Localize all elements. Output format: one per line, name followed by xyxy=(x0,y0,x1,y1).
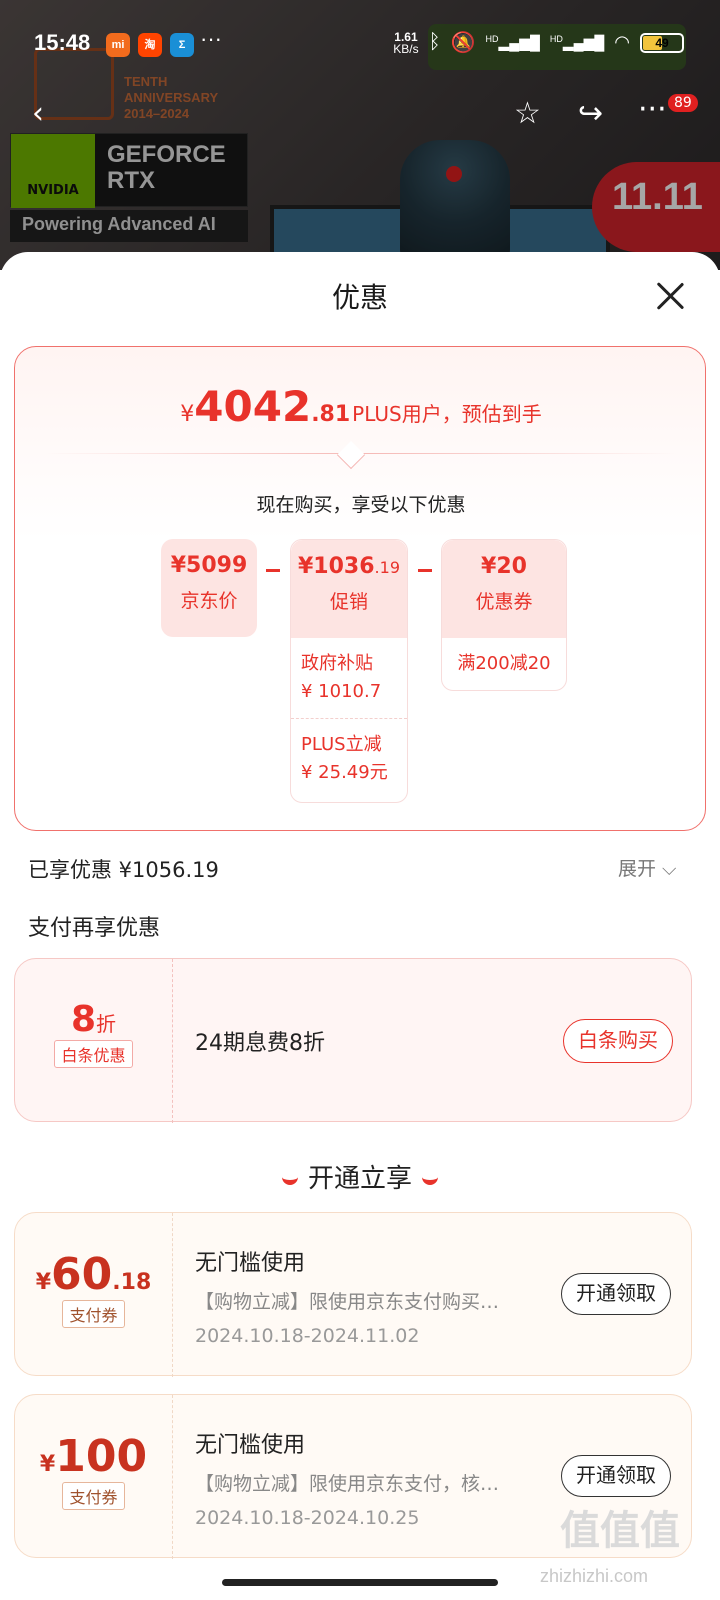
arc-left-icon xyxy=(281,1175,298,1185)
coupon-date: 2024.10.18-2024.10.25 xyxy=(195,1507,420,1529)
coupon-left: ¥100 支付券 xyxy=(15,1395,173,1559)
coupon-claim-button[interactable]: 开通领取 xyxy=(561,1455,671,1497)
coupon-desc: 【购物立减】限使用京东支付，核… xyxy=(195,1473,500,1495)
estimate-card: ¥4042.81 PLUS用户，预估到手 现在购买，享受以下优惠 ¥5099 京东… xyxy=(14,346,706,831)
taobao-app-icon: 淘 xyxy=(138,33,162,57)
status-time: 15:48 xyxy=(34,30,91,55)
baitiao-tag: 白条优惠 xyxy=(54,1040,133,1068)
expand-button[interactable]: 展开 ⌵ xyxy=(618,854,676,881)
estimate-price: ¥4042.81 PLUS用户，预估到手 xyxy=(15,382,707,431)
baitiao-desc: 24期息费8折 xyxy=(195,1031,325,1056)
coupon-box: ¥20 优惠券 满200减20 xyxy=(441,539,567,691)
discount-sheet: 优惠 ¥4042.81 PLUS用户，预估到手 现在购买，享受以下优惠 ¥5099… xyxy=(0,252,720,1600)
bluetooth-icon: ᛒ xyxy=(428,31,441,53)
promo-value: ¥1036.19 xyxy=(298,554,400,579)
coupon-date: 2024.10.18-2024.11.02 xyxy=(195,1325,420,1347)
sigma-app-icon: Σ xyxy=(170,33,194,57)
minus-sign-2 xyxy=(418,569,432,572)
coupon-amount: ¥60.18 xyxy=(35,1249,152,1300)
promo-item-amount: ¥ 25.49元 xyxy=(301,762,388,783)
pay-more-heading: 支付再享优惠 xyxy=(28,916,161,941)
jd-price-box: ¥5099 京东价 xyxy=(161,539,257,637)
promo-item-amount: ¥ 1010.7 xyxy=(301,681,382,702)
baitiao-left: 8折 白条优惠 xyxy=(15,959,173,1123)
estimate-dec: .81 xyxy=(311,402,351,427)
buy-now-text: 现在购买，享受以下优惠 xyxy=(256,494,466,516)
net-speed: 1.61 KB/s xyxy=(393,29,419,56)
coupon-title: 无门槛使用 xyxy=(195,1433,306,1458)
minus-sign-1 xyxy=(266,569,280,572)
coupon-tag: 支付券 xyxy=(62,1300,125,1328)
jd-price-label: 京东价 xyxy=(180,590,238,612)
baitiao-buy-button[interactable]: 白条购买 xyxy=(563,1019,673,1063)
wifi-icon: ◠ xyxy=(614,32,630,52)
estimate-currency: ¥ xyxy=(180,402,195,427)
estimate-int: 4042 xyxy=(194,382,312,431)
coupon-title: 无门槛使用 xyxy=(195,1251,306,1276)
coupon-left: ¥60.18 支付券 xyxy=(15,1213,173,1377)
favorite-star-icon[interactable]: ☆ xyxy=(514,96,541,131)
coupon-claim-button[interactable]: 开通领取 xyxy=(561,1273,671,1315)
baitiao-discount: 8折 xyxy=(70,999,117,1040)
promo-item-name: 政府补贴 xyxy=(301,653,373,674)
message-badge: 89 xyxy=(668,94,698,112)
coupon-card: ¥60.18 支付券 无门槛使用 【购物立减】限使用京东支付购买… 2024.1… xyxy=(14,1212,692,1377)
divider-notch xyxy=(336,440,366,470)
open-heading: 开通立享 xyxy=(0,1158,720,1195)
arc-right-icon xyxy=(422,1175,438,1185)
jd-price-value: ¥5099 xyxy=(170,553,248,578)
coupon-value: ¥20 xyxy=(481,554,527,579)
battery-icon: 49 xyxy=(640,32,684,53)
back-icon[interactable]: ‹ xyxy=(32,96,44,131)
more-icon[interactable]: ··· xyxy=(638,92,667,127)
promo-item-name: PLUS立减 xyxy=(301,734,382,755)
promo-item-plus: PLUS立减 ¥ 25.49元 xyxy=(291,719,407,799)
share-icon[interactable]: ↪ xyxy=(578,96,603,131)
baitiao-card: 8折 白条优惠 24期息费8折 白条购买 xyxy=(14,958,692,1123)
signal2-icon: HD▂▄▆█ xyxy=(549,33,605,51)
coupon-head: ¥20 优惠券 xyxy=(442,540,566,638)
enjoyed-discount: 已享优惠 ¥1056.19 xyxy=(28,858,219,882)
close-icon[interactable] xyxy=(650,276,690,316)
promo-item-gov: 政府补贴 ¥ 1010.7 xyxy=(291,638,407,719)
signal1-icon: HD▂▄▆█ xyxy=(485,33,540,51)
promo-box: ¥1036.19 促销 政府补贴 ¥ 1010.7 PLUS立减 ¥ 25.49… xyxy=(290,539,408,803)
coupon-detail: 满200减20 xyxy=(457,653,551,674)
watermark-mark: 值值值 xyxy=(560,1509,680,1553)
mute-icon: 🔕 xyxy=(450,32,476,54)
more-notifications-icon: ··· xyxy=(200,26,222,51)
coupon-label: 优惠券 xyxy=(475,591,533,613)
mi-app-icon: mi xyxy=(106,33,130,57)
coupon-tag: 支付券 xyxy=(62,1482,125,1510)
watermark-url: zhizhizhi.com xyxy=(540,1566,649,1586)
status-right: 1.61 KB/s ᛒ 🔕 HD▂▄▆█ HD▂▄▆█ ◠ 49 xyxy=(393,30,684,55)
promo-label: 促销 xyxy=(329,591,368,613)
promo-head: ¥1036.19 促销 xyxy=(291,540,407,638)
home-indicator[interactable] xyxy=(222,1579,498,1586)
coupon-amount: ¥100 xyxy=(39,1431,148,1482)
sheet-title: 优惠 xyxy=(331,281,388,314)
status-bar: 15:48 mi 淘 Σ ··· 1.61 KB/s ᛒ 🔕 HD▂▄▆█ HD▂… xyxy=(0,0,720,92)
estimate-note: PLUS用户，预估到手 xyxy=(352,402,542,426)
coupon-desc: 【购物立减】限使用京东支付购买… xyxy=(195,1291,500,1313)
